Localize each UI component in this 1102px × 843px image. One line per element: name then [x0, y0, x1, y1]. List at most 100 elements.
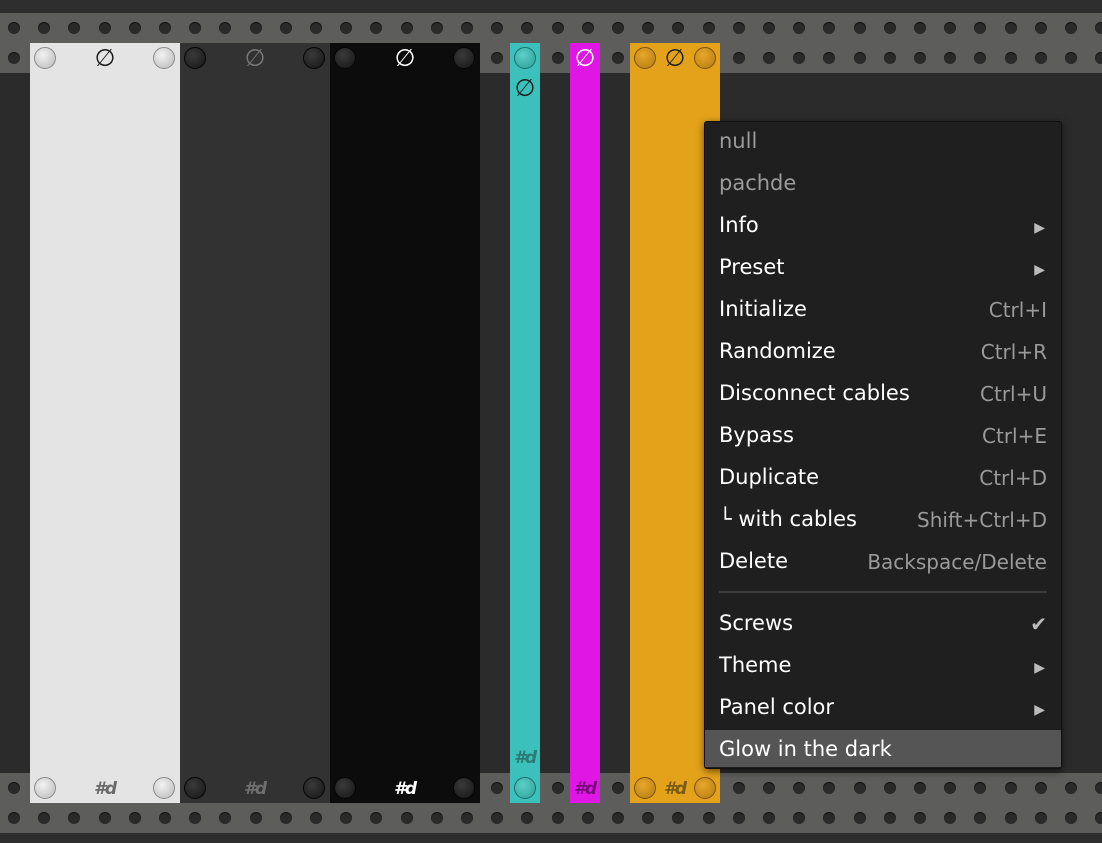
rail-hole — [1095, 52, 1102, 64]
menu-item-duplicate[interactable]: Duplicate Ctrl+D — [705, 458, 1061, 500]
black-panel[interactable]: ∅ #d — [330, 43, 480, 803]
rail-hole — [914, 52, 926, 64]
rail-hole — [279, 812, 292, 824]
rail-hole — [793, 812, 806, 824]
menu-item-disconnect-cables[interactable]: Disconnect cables Ctrl+U — [705, 374, 1061, 416]
rail-hole — [8, 812, 20, 824]
rail-hole — [249, 22, 262, 34]
rail-hole — [763, 782, 775, 794]
screw-icon — [694, 777, 716, 799]
rail-hole — [823, 812, 836, 824]
rail-hole — [1004, 22, 1017, 34]
null-symbol-icon: ∅ — [394, 44, 416, 72]
brand-logo: #d — [94, 779, 117, 799]
menu-item-delete[interactable]: Delete Backspace/Delete — [705, 542, 1061, 584]
submenu-arrow-icon: ▶ — [1034, 220, 1045, 236]
rail-hole — [1004, 52, 1017, 64]
null-symbol-icon: ∅ — [574, 44, 596, 72]
menu-item-shortcut: Ctrl+I — [988, 298, 1047, 322]
menu-item-label: Randomize — [719, 339, 836, 363]
magenta-panel[interactable]: ∅ #d — [570, 43, 600, 803]
rail-hole — [189, 812, 202, 824]
menu-header-module: null — [705, 122, 1061, 164]
menu-item-bypass[interactable]: Bypass Ctrl+E — [705, 416, 1061, 458]
rail-hole — [823, 52, 836, 64]
menu-item-label: Duplicate — [719, 465, 820, 489]
rail-hole — [1095, 782, 1102, 794]
null-symbol-icon: ∅ — [94, 44, 116, 72]
rail-hole — [340, 22, 353, 34]
screw-icon — [153, 777, 175, 799]
rail-hole — [68, 812, 81, 824]
rail-hole — [491, 22, 504, 34]
rail-hole — [1065, 52, 1077, 64]
rail-hole — [1095, 812, 1102, 824]
menu-item-label: Bypass — [719, 423, 794, 447]
rail-hole — [612, 22, 624, 34]
rail-hole — [974, 812, 987, 824]
rail-hole — [8, 52, 20, 64]
rail-hole — [98, 812, 111, 824]
menu-item-label: Screws — [719, 611, 794, 635]
rail-hole — [279, 22, 292, 34]
screw-icon — [34, 47, 56, 69]
rail-hole — [430, 812, 443, 824]
rack-top-edge — [0, 0, 1102, 13]
screw-icon — [184, 777, 206, 799]
rail-hole — [581, 22, 594, 34]
rail-hole — [1034, 812, 1047, 824]
menu-item-shortcut: Ctrl+E — [982, 424, 1047, 448]
rail-hole — [1004, 782, 1017, 794]
menu-item-shortcut: Ctrl+D — [979, 466, 1047, 490]
rail-hole — [642, 22, 655, 34]
rail-hole — [128, 22, 141, 34]
rail-hole — [672, 22, 685, 34]
rail-hole — [883, 782, 896, 794]
dark-panel[interactable]: ∅ #d — [180, 43, 330, 803]
module-context-menu: null pachde Info ▶ Preset ▶ Initialize C… — [704, 121, 1062, 769]
menu-item-panel-color[interactable]: Panel color ▶ — [705, 688, 1061, 730]
menu-item-label: Theme — [719, 653, 792, 677]
rail-hole — [702, 812, 715, 824]
menu-item-shortcut: Ctrl+U — [980, 382, 1047, 406]
rail-hole — [642, 812, 655, 824]
menu-item-shortcut: Ctrl+R — [980, 340, 1047, 364]
light-panel[interactable]: ∅ #d — [30, 43, 180, 803]
screw-icon — [453, 47, 475, 69]
rail-hole — [370, 812, 383, 824]
menu-item-preset[interactable]: Preset ▶ — [705, 248, 1061, 290]
rail-hole — [461, 22, 473, 34]
rail-hole — [883, 22, 896, 34]
menu-item-initialize[interactable]: Initialize Ctrl+I — [705, 290, 1061, 332]
menu-item-glow-in-the-dark[interactable]: Glow in the dark — [705, 730, 1061, 767]
rail-hole — [612, 782, 624, 794]
rail-hole — [672, 812, 685, 824]
rail-hole — [551, 812, 564, 824]
rail-hole — [914, 22, 926, 34]
rail-hole — [1095, 22, 1102, 34]
menu-item-theme[interactable]: Theme ▶ — [705, 646, 1061, 688]
menu-item-label: Preset — [719, 255, 785, 279]
rail-hole — [914, 782, 926, 794]
rail-hole — [249, 812, 262, 824]
menu-item-screws[interactable]: Screws ✔ — [705, 604, 1061, 646]
menu-item-duplicate-with-cables[interactable]: └ with cables Shift+Ctrl+D — [705, 500, 1061, 542]
menu-brand-label: pachde — [719, 171, 797, 195]
rail-hole — [38, 22, 51, 34]
menu-item-label: Info — [719, 213, 759, 237]
rail-hole — [400, 22, 413, 34]
rail-hole — [732, 22, 745, 34]
rail-hole — [732, 782, 745, 794]
menu-item-info[interactable]: Info ▶ — [705, 206, 1061, 248]
rail-hole — [491, 782, 504, 794]
null-symbol-icon: ∅ — [664, 44, 686, 72]
rail-hole — [1034, 22, 1047, 34]
brand-logo: #d — [574, 779, 597, 799]
menu-item-label: Initialize — [719, 297, 807, 321]
screw-icon — [634, 47, 656, 69]
teal-panel[interactable]: ∅ #d — [510, 43, 540, 803]
menu-item-randomize[interactable]: Randomize Ctrl+R — [705, 332, 1061, 374]
rail-hole — [823, 782, 836, 794]
submenu-arrow-icon: ▶ — [1034, 660, 1045, 676]
menu-header-label: null — [719, 129, 758, 153]
